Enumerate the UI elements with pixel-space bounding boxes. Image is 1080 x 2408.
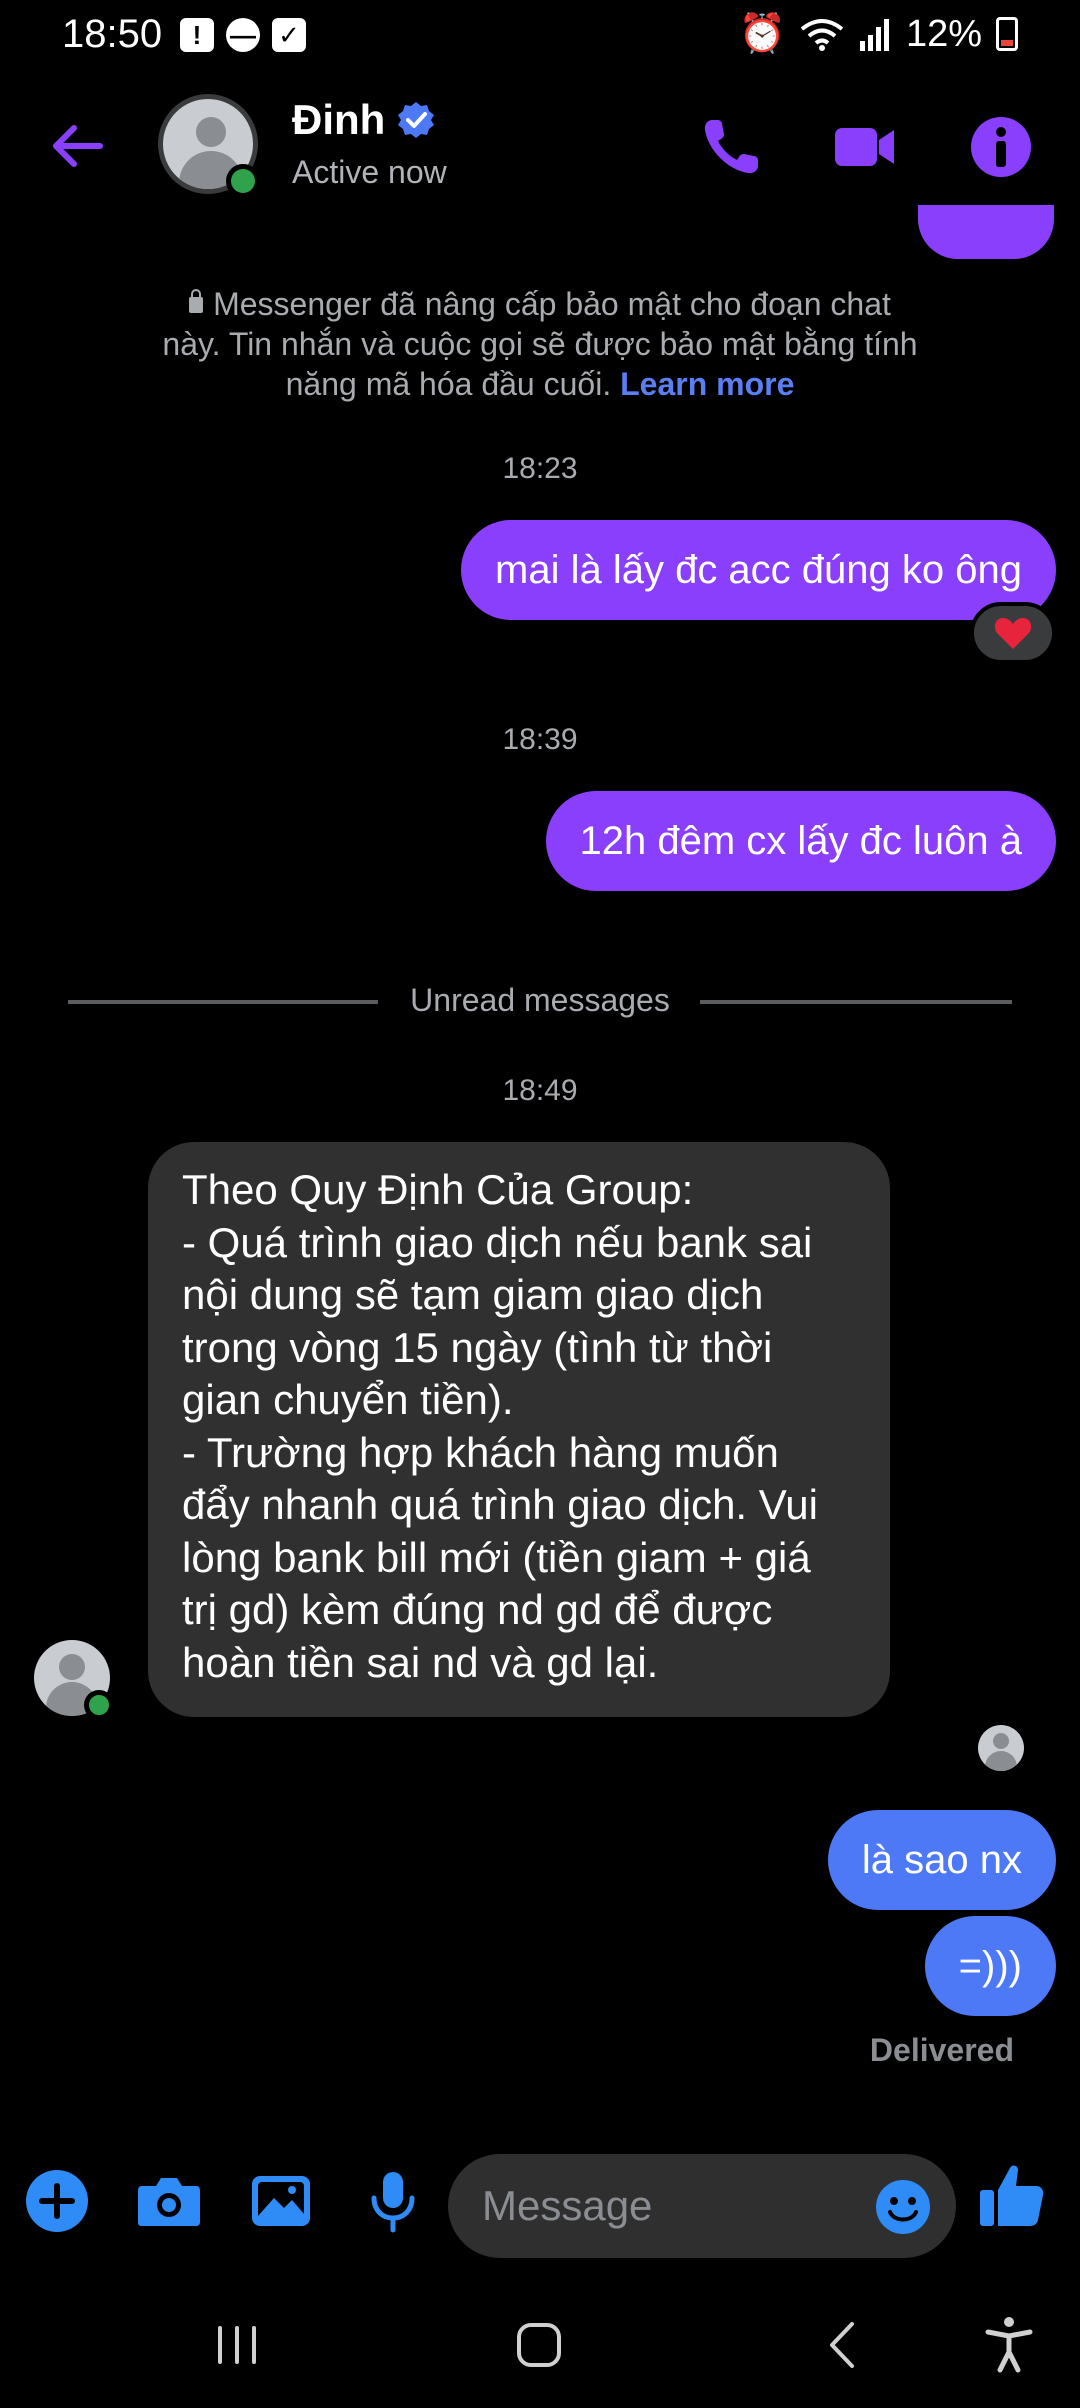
active-status: Active now	[292, 154, 447, 190]
outgoing-message[interactable]: 12h đêm cx lấy đc luôn à	[545, 791, 1056, 891]
checkbox-notification-icon: ✓	[272, 18, 306, 52]
contact-name[interactable]: Đinh	[292, 96, 385, 144]
back-icon[interactable]	[808, 2310, 878, 2380]
camera-icon[interactable]	[134, 2166, 204, 2236]
unread-messages-divider: Unread messages	[410, 982, 670, 1018]
recents-icon[interactable]	[202, 2310, 272, 2380]
message-input[interactable]	[482, 2154, 862, 2258]
encryption-notice-text: Messenger đã nâng cấp bảo mật cho đoạn c…	[162, 286, 918, 402]
online-indicator	[84, 1690, 114, 1720]
do-not-disturb-icon: —	[226, 18, 260, 52]
previous-message-bubble	[918, 205, 1054, 259]
gallery-icon[interactable]	[246, 2166, 316, 2236]
outgoing-message[interactable]: mai là lấy đc acc đúng ko ông	[461, 520, 1056, 620]
status-notification-icons: ! — ✓	[180, 18, 306, 52]
delivered-status: Delivered	[869, 2032, 1014, 2068]
read-receipt-avatar	[978, 1725, 1024, 1771]
message-input-container	[448, 2154, 956, 2258]
timestamp: 18:39	[502, 723, 578, 756]
alarm-icon: ⏰	[738, 13, 786, 55]
message-line: trị gd) kèm đúng nd gd để được	[182, 1586, 773, 1633]
chat-header: Đinh Active now	[0, 80, 1080, 210]
status-time: 18:50	[62, 12, 163, 56]
message-line: - Trường hợp khách hàng muốn	[182, 1428, 779, 1476]
message-line: lòng bank bill mới (tiền giam + giá	[182, 1533, 811, 1581]
encryption-notice: Messenger đã nâng cấp bảo mật cho đoạn c…	[160, 284, 920, 404]
microphone-icon[interactable]	[358, 2166, 428, 2236]
timestamp: 18:23	[502, 452, 578, 485]
heart-icon	[994, 618, 1032, 649]
status-system-icons: ⏰ 12%	[739, 12, 1018, 56]
home-icon[interactable]	[504, 2310, 574, 2380]
heart-reaction[interactable]	[970, 602, 1056, 664]
incoming-message[interactable]: Theo Quy Định Của Group: - Quá trình gia…	[148, 1142, 890, 1717]
verified-badge-icon	[398, 102, 434, 138]
message-line: hoàn tiền sai nd và gd lại.	[182, 1638, 659, 1686]
learn-more-link[interactable]: Learn more	[620, 366, 794, 402]
video-camera-icon[interactable]	[832, 114, 898, 180]
battery-icon	[996, 17, 1018, 51]
back-arrow-icon[interactable]	[48, 116, 108, 176]
alert-notification-icon: !	[180, 18, 214, 52]
battery-percent: 12%	[905, 12, 982, 55]
plus-icon[interactable]	[22, 2166, 92, 2236]
online-indicator	[226, 164, 260, 198]
signal-icon	[859, 19, 889, 51]
phone-icon[interactable]	[698, 114, 764, 180]
status-bar: 18:50 ! — ✓ ⏰ 12%	[0, 0, 1080, 72]
wifi-icon	[800, 19, 844, 51]
message-line: trong vòng 15 ngày (tình từ thời	[182, 1323, 773, 1371]
message-line: - Quá trình giao dịch nếu bank sai	[182, 1218, 813, 1266]
message-line: nội dung sẽ tạm giam giao dịch	[182, 1271, 764, 1318]
message-line: gian chuyển tiền).	[182, 1376, 514, 1423]
info-icon[interactable]	[968, 114, 1034, 180]
outgoing-message[interactable]: là sao nx	[827, 1810, 1056, 1910]
outgoing-message[interactable]: =)))	[924, 1916, 1056, 2016]
message-line: đẩy nhanh quá trình giao dịch. Vui	[182, 1481, 818, 1528]
message-line: Theo Quy Định Của Group:	[182, 1166, 694, 1213]
emoji-icon[interactable]	[874, 2178, 932, 2236]
timestamp: 18:49	[502, 1074, 578, 1107]
lock-icon	[189, 289, 204, 313]
thumbs-up-icon[interactable]	[976, 2160, 1048, 2232]
accessibility-icon[interactable]	[974, 2310, 1044, 2380]
